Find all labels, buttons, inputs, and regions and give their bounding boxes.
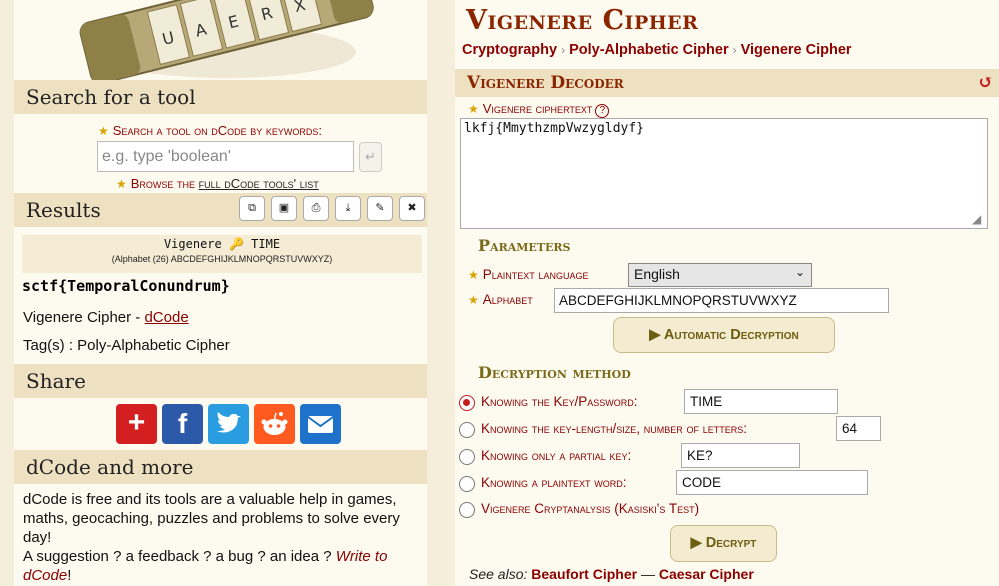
email-icon[interactable] xyxy=(300,404,341,444)
share-icons: + f xyxy=(116,404,341,444)
plaintext-word-input[interactable] xyxy=(676,470,868,495)
download-icon[interactable]: ⤓ xyxy=(335,196,361,221)
ciphertext-label-text: Vigenere ciphertext xyxy=(482,101,593,116)
ciphertext-input[interactable]: lkfj{MmythzmpVwzygldyf} xyxy=(460,118,988,229)
radio-key-length[interactable] xyxy=(459,422,475,438)
decoder-heading-text: Vigenere Decoder xyxy=(467,73,624,93)
page-title: Vigenere Cipher xyxy=(466,5,699,36)
automatic-decryption-label: Automatic Decryption xyxy=(663,327,799,343)
share-heading: Share xyxy=(14,364,427,398)
result-tags: Tag(s) : Poly-Alphabetic Cipher xyxy=(23,337,230,354)
about-text: dCode is free and its tools are a valuab… xyxy=(23,491,400,546)
radio-plaintext-word[interactable] xyxy=(459,476,475,492)
help-icon[interactable]: ? xyxy=(595,104,610,118)
reload-icon[interactable]: ↺ xyxy=(978,72,993,93)
result-alphabet: (Alphabet (26) ABCDEFGHIJKLMNOPQRSTUVWXY… xyxy=(111,254,333,264)
play-icon: ▶ xyxy=(690,535,706,551)
language-select[interactable]: English ⌄ xyxy=(628,263,812,287)
left-sidebar: U A E R X Search for a tool ★ Search a to… xyxy=(14,0,427,586)
method-label-key-length: Knowing the key-length/size, number of l… xyxy=(481,421,748,436)
alphabet-input[interactable] xyxy=(554,288,889,313)
star-icon: ★ xyxy=(468,102,479,116)
results-heading-text: Results xyxy=(26,198,101,222)
facebook-icon[interactable]: f xyxy=(162,404,203,444)
save-icon[interactable]: ▣ xyxy=(271,196,297,221)
star-icon: ★ xyxy=(468,293,479,307)
chevron-right-icon: › xyxy=(561,43,566,57)
alphabet-label: ★ Alphabet xyxy=(468,292,533,307)
main-content: Vigenere Cipher Cryptography › Poly-Alphab… xyxy=(455,0,999,586)
close-icon[interactable]: ✖ xyxy=(399,196,425,221)
ciphertext-label: ★ Vigenere ciphertext? xyxy=(468,101,610,118)
language-label: ★ Plaintext language xyxy=(468,267,589,282)
dcode-link[interactable]: dCode xyxy=(144,309,188,326)
key-input[interactable] xyxy=(684,389,838,414)
copy-icon[interactable]: ⧉ xyxy=(239,196,265,221)
alphabet-label-text: Alphabet xyxy=(482,292,533,307)
full-tools-list-link[interactable]: full dCode tools' list xyxy=(199,176,319,191)
decrypt-button[interactable]: ▶ Decrypt xyxy=(670,525,777,562)
search-label-text: Search a tool on dCode by keywords: xyxy=(112,123,322,138)
breadcrumb-cryptography[interactable]: Cryptography xyxy=(462,42,557,58)
search-submit-button[interactable]: ↵ xyxy=(359,142,382,172)
star-icon: ★ xyxy=(116,177,127,191)
chevron-down-icon: ⌄ xyxy=(794,265,805,279)
enter-icon: ↵ xyxy=(365,149,376,164)
print-icon[interactable]: ⎙ xyxy=(303,196,329,221)
radio-knowing-key[interactable] xyxy=(459,395,475,411)
decoder-heading: Vigenere Decoder ↺ xyxy=(455,69,999,97)
beaufort-cipher-link[interactable]: Beaufort Cipher xyxy=(531,566,637,582)
language-value: English xyxy=(634,266,680,282)
search-input[interactable] xyxy=(97,141,354,172)
radio-cryptanalysis[interactable] xyxy=(459,502,475,518)
method-label-partial-key: Knowing only a partial key: xyxy=(481,448,632,463)
more-heading: dCode and more xyxy=(14,450,427,484)
decrypt-label: Decrypt xyxy=(705,535,757,551)
caesar-cipher-link[interactable]: Caesar Cipher xyxy=(659,566,754,582)
see-also-prefix: See also: xyxy=(469,566,532,582)
star-icon: ★ xyxy=(468,268,479,282)
feedback-text: A suggestion ? a feedback ? a bug ? an i… xyxy=(23,548,336,565)
see-also-separator: — xyxy=(640,566,655,582)
method-heading: Decryption method xyxy=(478,363,631,382)
automatic-decryption-button[interactable]: ▶ Automatic Decryption xyxy=(613,317,835,353)
parameters-heading: Parameters xyxy=(478,236,571,255)
language-label-text: Plaintext language xyxy=(482,267,589,282)
result-summary: Vigenere 🔑 TIME (Alphabet (26) ABCDEFGHI… xyxy=(22,235,422,273)
see-also: See also: Beaufort Cipher — Caesar Ciphe… xyxy=(469,566,754,582)
about-dcode-text: dCode is free and its tools are a valuab… xyxy=(23,490,423,585)
browse-tools: ★ Browse the full dCode tools' list xyxy=(116,176,319,191)
method-label-plaintext-word: Knowing a plaintext word: xyxy=(481,475,627,490)
reddit-icon[interactable] xyxy=(254,404,295,444)
chevron-right-icon: › xyxy=(732,43,737,57)
credit-prefix: Vigenere Cipher - xyxy=(23,309,145,326)
cryptex-logo: U A E R X xyxy=(14,0,427,80)
result-plaintext: sctf{TemporalConundrum} xyxy=(22,277,230,295)
radio-partial-key[interactable] xyxy=(459,449,475,465)
search-label: ★ Search a tool on dCode by keywords: xyxy=(98,123,322,138)
breadcrumb-vigenere[interactable]: Vigenere Cipher xyxy=(741,42,852,58)
results-toolbar: ⧉ ▣ ⎙ ⤓ ✎ ✖ xyxy=(239,196,425,221)
result-title: Vigenere 🔑 TIME xyxy=(163,237,281,251)
star-icon: ★ xyxy=(98,124,109,138)
play-icon: ▶ xyxy=(649,327,664,343)
method-label-cryptanalysis: Vigenere Cryptanalysis (Kasiski's Test) xyxy=(481,501,700,516)
search-heading: Search for a tool xyxy=(14,80,427,114)
breadcrumb: Cryptography › Poly-Alphabetic Cipher › Vige… xyxy=(462,42,852,58)
add-share-icon[interactable]: + xyxy=(116,404,157,444)
partial-key-input[interactable] xyxy=(681,443,800,468)
breadcrumb-poly-alphabetic[interactable]: Poly-Alphabetic Cipher xyxy=(569,42,729,58)
resize-grip-icon[interactable]: ◢ xyxy=(972,212,981,226)
browse-prefix: Browse the xyxy=(130,176,199,191)
method-label-key: Knowing the Key/Password: xyxy=(481,394,638,409)
twitter-icon[interactable] xyxy=(208,404,249,444)
result-credit: Vigenere Cipher - dCode xyxy=(23,309,189,326)
pin-icon[interactable]: ✎ xyxy=(367,196,393,221)
key-length-input[interactable] xyxy=(836,416,881,441)
feedback-end: ! xyxy=(67,567,72,584)
